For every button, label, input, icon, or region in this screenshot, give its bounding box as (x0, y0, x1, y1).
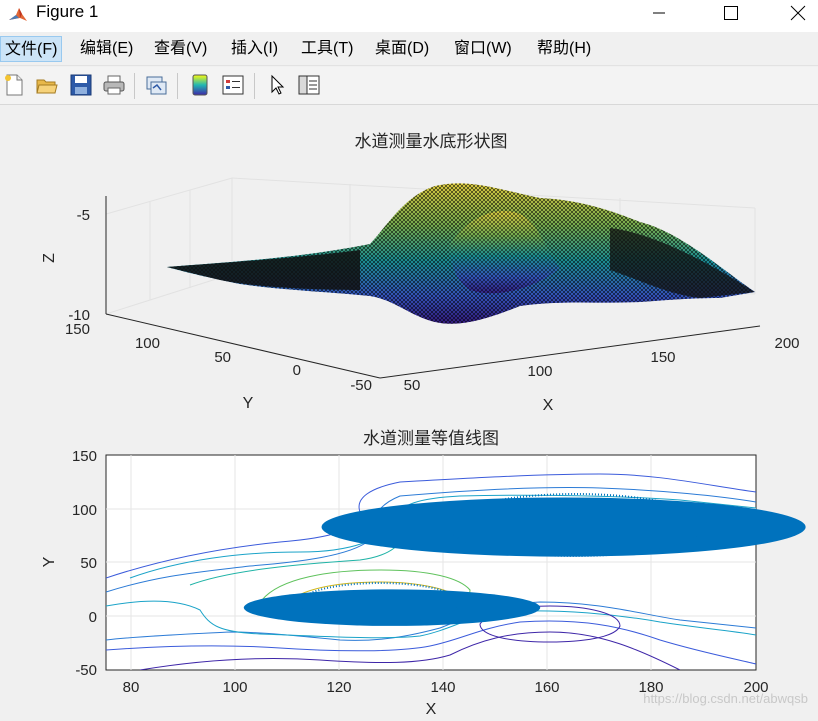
close-button[interactable] (778, 0, 818, 26)
toolbar-separator (177, 73, 178, 99)
window-title: Figure 1 (36, 2, 99, 21)
x-tick: 80 (123, 679, 140, 696)
print-icon[interactable] (102, 73, 126, 97)
matlab-logo-icon (9, 8, 27, 21)
close-icon (790, 5, 806, 21)
x-tick: 50 (404, 377, 421, 394)
menu-insert[interactable]: 插入(I) (227, 36, 282, 62)
minimize-icon (653, 12, 665, 14)
x-axis-label: X (543, 397, 554, 414)
maximize-icon (724, 6, 738, 20)
y-tick: -50 (75, 662, 97, 679)
x-tick: 100 (527, 363, 552, 380)
surface-title: 水道测量水底形状图 (355, 132, 508, 151)
y-tick: 50 (214, 349, 231, 366)
new-figure-icon[interactable] (2, 73, 26, 97)
y-tick: 100 (72, 502, 97, 519)
pointer-icon[interactable] (265, 73, 289, 97)
surface-plot-axes: 水道测量水底形状图 -5 -10 Z 150 100 50 0 -50 Y 50… (41, 132, 800, 414)
toolbar (0, 67, 818, 105)
menu-view[interactable]: 查看(V) (150, 36, 211, 62)
open-file-icon[interactable] (35, 73, 59, 97)
toolbar-separator (134, 73, 135, 99)
y-axis-label: Y (243, 395, 254, 412)
y-tick: 150 (65, 321, 90, 338)
y-tick: 50 (80, 555, 97, 572)
x-tick: 140 (430, 679, 455, 696)
y-tick: -50 (350, 377, 372, 394)
property-inspector-icon[interactable] (297, 73, 321, 97)
z-axis-label: Z (41, 253, 58, 263)
filled-region (321, 497, 806, 557)
y-tick: 150 (72, 448, 97, 465)
menu-edit[interactable]: 编辑(E) (76, 36, 137, 62)
figure-window: Figure 1 文件(F) 编辑(E) 查看(V) 插入(I) 工具(T) 桌… (0, 0, 818, 718)
x-tick: 100 (222, 679, 247, 696)
x-axis-label: X (426, 701, 437, 716)
menu-window[interactable]: 窗口(W) (450, 36, 516, 62)
menu-file[interactable]: 文件(F) (0, 36, 63, 62)
surface-flat-left (167, 250, 360, 290)
x-tick: 120 (326, 679, 351, 696)
figure-canvas: 水道测量水底形状图 -5 -10 Z 150 100 50 0 -50 Y 50… (0, 106, 818, 718)
link-plot-icon[interactable] (144, 73, 168, 97)
insert-colorbar-icon[interactable] (188, 73, 212, 97)
save-icon[interactable] (69, 73, 93, 97)
figure-svg: 水道测量水底形状图 -5 -10 Z 150 100 50 0 -50 Y 50… (41, 132, 806, 718)
menu-bar: 文件(F) 编辑(E) 查看(V) 插入(I) 工具(T) 桌面(D) 窗口(W… (0, 32, 818, 66)
y-tick: 0 (89, 609, 97, 626)
menu-desktop[interactable]: 桌面(D) (371, 36, 433, 62)
insert-legend-icon[interactable] (221, 73, 245, 97)
x-tick: 200 (774, 335, 799, 352)
menu-help[interactable]: 帮助(H) (533, 36, 595, 62)
y-tick: 0 (293, 362, 301, 379)
contour-title: 水道测量等值线图 (363, 429, 499, 448)
minimize-button[interactable] (636, 0, 682, 26)
x-tick: 160 (534, 679, 559, 696)
y-tick: 100 (135, 335, 160, 352)
contour-plot-axes: 水道测量等值线图 150 100 50 0 -50 Y 80 100 120 1… (41, 429, 806, 718)
title-bar: Figure 1 (0, 0, 818, 32)
y-axis-label: Y (41, 556, 58, 567)
menu-tools[interactable]: 工具(T) (297, 36, 357, 62)
maximize-button[interactable] (708, 0, 754, 26)
z-tick: -5 (77, 207, 90, 224)
x-tick: 150 (650, 349, 675, 366)
toolbar-separator (254, 73, 255, 99)
watermark: https://blog.csdn.net/abwqsb (643, 691, 808, 706)
filled-region (243, 589, 541, 626)
